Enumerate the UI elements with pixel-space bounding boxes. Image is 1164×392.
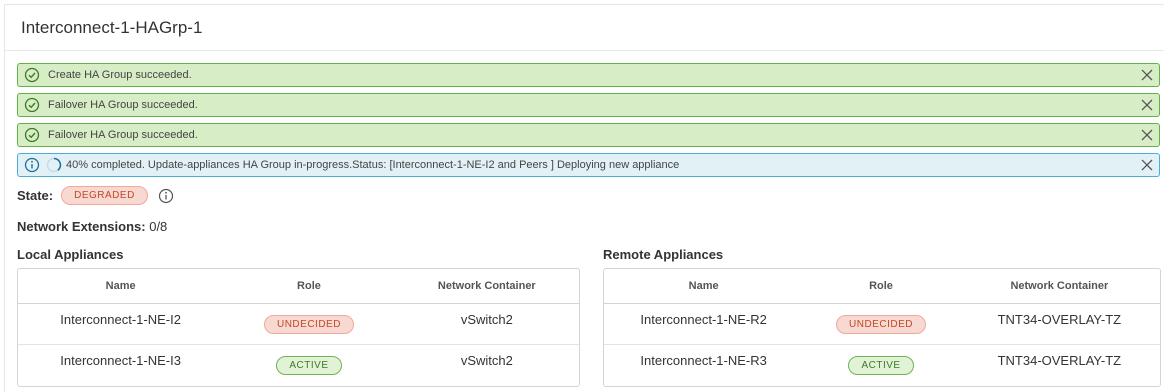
panel-header: Interconnect-1-HAGrp-1 [5, 5, 1164, 51]
table-row[interactable]: Interconnect-1-NE-I3 ACTIVE vSwitch2 [18, 345, 579, 386]
alert-info: 40% completed. Update-appliances HA Grou… [17, 153, 1160, 177]
alert-message: Create HA Group succeeded. [48, 69, 192, 81]
local-appliances-title: Local Appliances [17, 247, 124, 262]
role-badge: ACTIVE [848, 356, 914, 375]
check-circle-icon [24, 67, 40, 83]
state-badge: DEGRADED [61, 186, 148, 205]
network-container: TNT34-OVERLAY-TZ [997, 353, 1122, 368]
appliance-name: Interconnect-1-NE-I3 [60, 353, 181, 368]
appliance-name: Interconnect-1-NE-R3 [640, 353, 767, 368]
alert-success: Create HA Group succeeded. [17, 63, 1160, 87]
role-cell: ACTIVE [803, 356, 958, 375]
column-header-network-container[interactable]: Network Container [395, 280, 579, 292]
network-container: vSwitch2 [460, 311, 513, 327]
column-header-role[interactable]: Role [803, 280, 958, 292]
state-label: State: [17, 188, 54, 203]
remote-appliances-table: Name Role Network Container Interconnect… [603, 268, 1161, 387]
role-badge: ACTIVE [276, 356, 342, 375]
table-header: Name Role Network Container [604, 269, 1160, 304]
table-row[interactable]: Interconnect-1-NE-I2 UNDECIDED vSwitch2 [18, 304, 579, 345]
alert-success: Failover HA Group succeeded. [17, 93, 1160, 117]
info-circle-icon [24, 157, 40, 173]
role-cell: ACTIVE [223, 356, 394, 375]
column-header-name[interactable]: Name [604, 280, 803, 292]
check-circle-icon [24, 97, 40, 113]
role-cell: UNDECIDED [223, 314, 394, 334]
close-icon[interactable] [1139, 67, 1155, 83]
spinner-icon [46, 157, 62, 173]
role-badge: UNDECIDED [836, 314, 926, 334]
alert-message: Failover HA Group succeeded. [48, 129, 198, 141]
role-badge: UNDECIDED [263, 314, 354, 334]
column-header-network-container[interactable]: Network Container [959, 280, 1160, 292]
role-cell: UNDECIDED [803, 314, 958, 334]
table-header: Name Role Network Container [18, 269, 579, 304]
alert-success: Failover HA Group succeeded. [17, 123, 1160, 147]
network-extensions-label: Network Extensions: [17, 219, 146, 234]
alert-message: Failover HA Group succeeded. [48, 99, 198, 111]
alert-message: 40% completed. Update-appliances HA Grou… [66, 159, 680, 171]
network-extensions-value: 0/8 [149, 219, 168, 234]
table-row[interactable]: Interconnect-1-NE-R2 UNDECIDED TNT34-OVE… [604, 304, 1160, 345]
network-container: vSwitch2 [460, 353, 513, 368]
page-title: Interconnect-1-HAGrp-1 [21, 17, 203, 37]
close-icon[interactable] [1139, 157, 1155, 173]
state-row: State: DEGRADED [17, 186, 174, 205]
network-extensions: Network Extensions: 0/8 [17, 219, 167, 234]
network-container: TNT34-OVERLAY-TZ [997, 311, 1122, 327]
check-circle-icon [24, 127, 40, 143]
local-appliances-table: Name Role Network Container Interconnect… [17, 268, 580, 387]
remote-appliances-title: Remote Appliances [603, 247, 724, 262]
table-row[interactable]: Interconnect-1-NE-R3 ACTIVE TNT34-OVERLA… [604, 345, 1160, 386]
info-circle-icon[interactable] [158, 188, 174, 204]
alerts-container: Create HA Group succeeded. Failover HA G… [17, 63, 1160, 183]
column-header-role[interactable]: Role [223, 280, 394, 292]
appliance-name: Interconnect-1-NE-R2 [640, 311, 767, 327]
close-icon[interactable] [1139, 97, 1155, 113]
close-icon[interactable] [1139, 127, 1155, 143]
column-header-name[interactable]: Name [18, 280, 223, 292]
appliance-name: Interconnect-1-NE-I2 [60, 311, 181, 327]
